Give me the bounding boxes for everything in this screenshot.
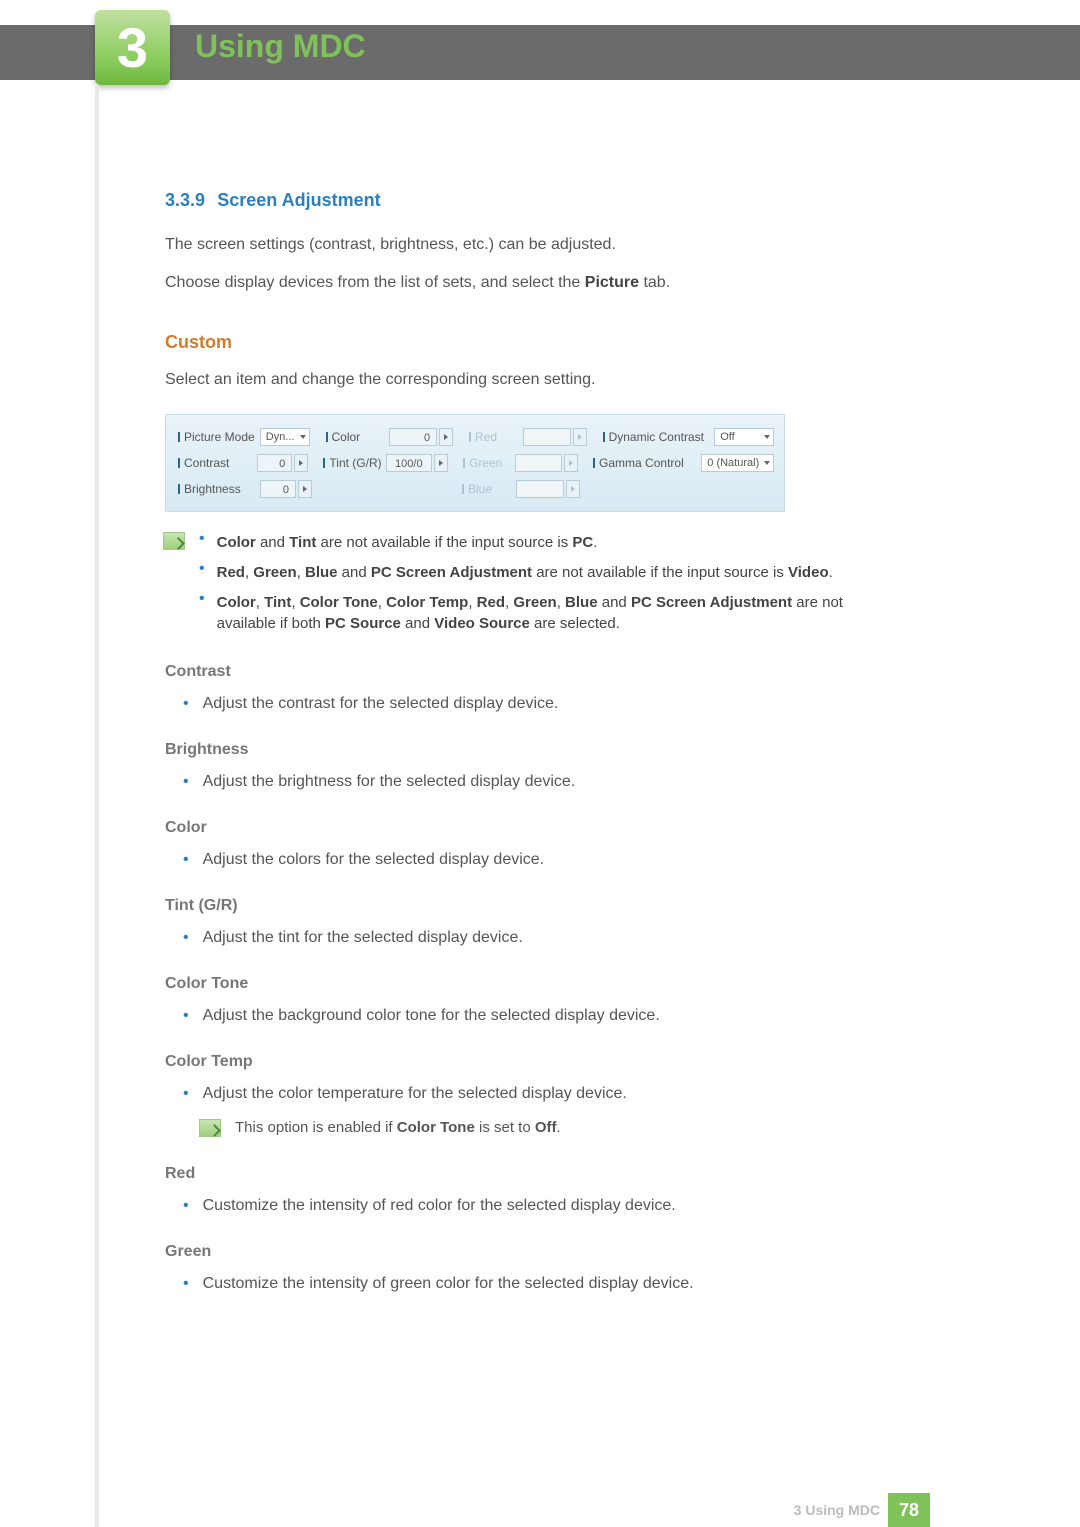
color-temp-desc: Adjust the color temperature for the sel… <box>203 1085 627 1103</box>
left-margin-stripe <box>95 85 99 1527</box>
note-2: Red, Green, Blue and PC Screen Adjustmen… <box>217 562 833 584</box>
picture-mode-label: Picture Mode <box>176 430 256 444</box>
color-desc: Adjust the colors for the selected displ… <box>203 851 545 869</box>
tint-desc: Adjust the tint for the selected display… <box>203 929 523 947</box>
note-1: Color and Tint are not available if the … <box>217 532 598 554</box>
bullet-icon: • <box>183 773 189 791</box>
color-label: Color <box>324 430 386 444</box>
arrow-right-icon <box>303 486 307 492</box>
intro-text-1: The screen settings (contrast, brightnes… <box>165 236 885 254</box>
dynamic-contrast-label: Dynamic Contrast <box>601 430 711 444</box>
brightness-title: Brightness <box>165 741 885 759</box>
arrow-right-icon <box>444 434 448 440</box>
tint-value[interactable]: 100/0 <box>386 454 432 472</box>
section-heading: 3.3.9 Screen Adjustment <box>165 190 885 211</box>
brightness-value[interactable]: 0 <box>260 480 296 498</box>
note-3: Color, Tint, Color Tone, Color Temp, Red… <box>217 592 885 636</box>
contrast-value[interactable]: 0 <box>257 454 292 472</box>
gamma-control-label: Gamma Control <box>591 456 697 470</box>
chevron-down-icon <box>764 435 770 439</box>
brightness-spinner[interactable] <box>298 480 312 498</box>
note-icon <box>163 532 185 550</box>
bullet-icon: • <box>183 1007 189 1025</box>
chevron-down-icon <box>300 435 306 439</box>
custom-heading: Custom <box>165 332 885 353</box>
notes-block: • Color and Tint are not available if th… <box>165 532 885 635</box>
bullet-icon: • <box>183 1085 189 1103</box>
tint-label: Tint (G/R) <box>321 456 381 470</box>
red-title: Red <box>165 1165 885 1183</box>
brightness-label: Brightness <box>176 482 256 496</box>
green-title: Green <box>165 1243 885 1261</box>
note-icon <box>199 1119 221 1137</box>
footer-chapter: 3 Using MDC <box>794 1502 880 1518</box>
contrast-title: Contrast <box>165 663 885 681</box>
brightness-desc: Adjust the brightness for the selected d… <box>203 773 576 791</box>
green-label: Green <box>461 456 511 470</box>
bullet-icon: • <box>183 1197 189 1215</box>
color-tone-desc: Adjust the background color tone for the… <box>203 1007 660 1025</box>
red-desc: Customize the intensity of red color for… <box>203 1197 676 1215</box>
picture-mode-select[interactable]: Dyn... <box>260 428 310 446</box>
color-tone-title: Color Tone <box>165 975 885 993</box>
red-value <box>523 428 571 446</box>
bullet-icon: • <box>199 530 205 548</box>
tint-title: Tint (G/R) <box>165 897 885 915</box>
bullet-icon: • <box>183 851 189 869</box>
custom-desc: Select an item and change the correspond… <box>165 371 885 389</box>
section-title: Screen Adjustment <box>217 190 380 210</box>
contrast-spinner[interactable] <box>294 454 308 472</box>
arrow-right-icon <box>299 460 303 466</box>
color-value[interactable]: 0 <box>389 428 437 446</box>
color-temp-title: Color Temp <box>165 1053 885 1071</box>
tint-spinner[interactable] <box>434 454 448 472</box>
bullet-icon: • <box>199 560 205 578</box>
blue-value <box>516 480 564 498</box>
color-temp-note: This option is enabled if Color Tone is … <box>235 1119 561 1136</box>
green-spinner <box>564 454 578 472</box>
footer-page-number: 78 <box>888 1493 930 1527</box>
contrast-label: Contrast <box>176 456 253 470</box>
bullet-icon: • <box>183 929 189 947</box>
green-value <box>515 454 562 472</box>
chapter-number-badge: 3 <box>95 10 170 85</box>
bullet-icon: • <box>183 695 189 713</box>
color-spinner[interactable] <box>439 428 453 446</box>
blue-spinner <box>566 480 580 498</box>
color-title: Color <box>165 819 885 837</box>
arrow-right-icon <box>439 460 443 466</box>
dynamic-contrast-select[interactable]: Off <box>714 428 774 446</box>
contrast-desc: Adjust the contrast for the selected dis… <box>203 695 559 713</box>
green-desc: Customize the intensity of green color f… <box>203 1275 694 1293</box>
gamma-control-select[interactable]: 0 (Natural) <box>701 454 774 472</box>
bullet-icon: • <box>199 590 205 608</box>
red-label: Red <box>467 430 519 444</box>
intro-text-2: Choose display devices from the list of … <box>165 274 885 292</box>
bullet-icon: • <box>183 1275 189 1293</box>
section-number: 3.3.9 <box>165 190 205 210</box>
footer: 3 Using MDC 78 <box>0 1493 1080 1527</box>
page-title: Using MDC <box>195 28 366 65</box>
chevron-down-icon <box>764 461 770 465</box>
red-spinner <box>573 428 587 446</box>
settings-panel: Picture Mode Dyn... Color 0 Red Dynamic … <box>165 414 785 512</box>
blue-label: Blue <box>460 482 512 496</box>
